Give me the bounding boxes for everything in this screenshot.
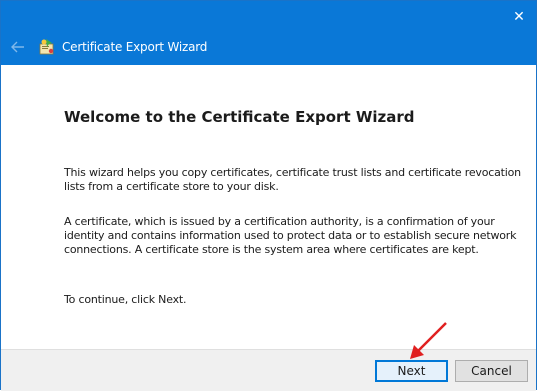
title-bar: ✕ Certificate Export Wizard	[1, 1, 536, 65]
arrow-left-icon	[11, 41, 24, 53]
cancel-button[interactable]: Cancel	[455, 360, 528, 382]
intro-paragraph: This wizard helps you copy certificates,…	[64, 166, 521, 193]
wizard-content: Welcome to the Certificate Export Wizard…	[1, 65, 536, 349]
close-icon: ✕	[513, 7, 525, 24]
wizard-window: ✕ Certificate Export Wizard Welcome to t…	[0, 0, 537, 391]
wizard-title: Certificate Export Wizard	[62, 40, 208, 54]
certificate-icon	[39, 39, 54, 55]
continue-instruction: To continue, click Next.	[64, 293, 187, 306]
button-bar: Next Cancel	[1, 349, 536, 391]
page-title: Welcome to the Certificate Export Wizard	[64, 108, 415, 126]
back-button[interactable]	[9, 39, 27, 55]
next-button[interactable]: Next	[375, 360, 448, 382]
close-button[interactable]: ✕	[502, 1, 536, 31]
certificate-description: A certificate, which is issued by a cert…	[64, 215, 517, 256]
